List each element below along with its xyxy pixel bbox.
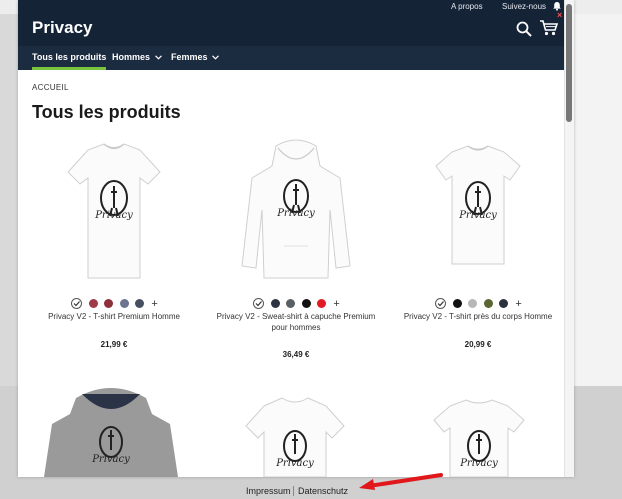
datenschutz-link[interactable]: Datenschutz [298, 486, 348, 496]
product-price: 36,49 € [282, 350, 310, 359]
svg-text:Privacy: Privacy [459, 458, 498, 469]
product-image[interactable]: Privacy [36, 380, 186, 477]
more-colors-icon[interactable]: + [333, 298, 339, 310]
scrollbar-thumb[interactable] [566, 4, 572, 122]
color-swatches: + [212, 295, 380, 310]
color-swatch-selected[interactable] [435, 298, 447, 310]
breadcrumb[interactable]: ACCUEIL [32, 83, 69, 92]
color-swatch[interactable] [104, 299, 114, 309]
color-swatch-selected[interactable] [253, 298, 265, 310]
store-brand[interactable]: Privacy [32, 18, 93, 38]
product-image[interactable]: Privacy [30, 136, 198, 286]
red-arrow-icon [359, 473, 443, 490]
svg-text:Privacy: Privacy [458, 210, 497, 221]
scrollbar[interactable] [564, 0, 574, 477]
cart-badge-icon: × [557, 10, 563, 20]
nav-all-products[interactable]: Tous les produits [32, 46, 107, 70]
color-swatch[interactable] [270, 299, 280, 309]
product-image[interactable]: Privacy [212, 136, 380, 286]
color-swatch[interactable] [88, 299, 98, 309]
svg-text:Privacy: Privacy [275, 458, 314, 469]
product-name[interactable]: Privacy V2 - T-shirt près du corps Homme [394, 311, 562, 322]
chevron-down-icon [212, 55, 219, 60]
background-page-side [574, 14, 622, 386]
chevron-down-icon [154, 55, 162, 60]
product-image[interactable]: Privacy [394, 136, 562, 286]
nav-femmes[interactable]: Femmes [171, 46, 219, 70]
color-swatch[interactable] [316, 299, 326, 309]
product-name[interactable]: Privacy V2 - T-shirt Premium Homme [30, 311, 198, 322]
category-nav: Tous les produits Hommes Femmes [18, 46, 564, 70]
svg-text:Privacy: Privacy [94, 210, 133, 221]
nav-hommes[interactable]: Hommes [112, 46, 162, 70]
color-swatch[interactable] [286, 299, 296, 309]
product-price: 20,99 € [464, 340, 492, 349]
color-swatch[interactable] [134, 299, 144, 309]
about-link[interactable]: A propos [451, 2, 483, 11]
product-image[interactable]: Privacy [404, 392, 554, 477]
more-colors-icon[interactable]: + [151, 298, 157, 310]
svg-text:Privacy: Privacy [91, 454, 130, 465]
more-colors-icon[interactable]: + [515, 298, 521, 310]
color-swatches: + [394, 295, 562, 310]
nav-label: Femmes [171, 52, 208, 62]
footer-divider [293, 486, 294, 496]
color-swatch[interactable] [483, 299, 493, 309]
impressum-link[interactable]: Impressum [246, 486, 291, 496]
product-name[interactable]: Privacy V2 - Sweat-shirt à capuche Premi… [212, 311, 380, 333]
follow-link[interactable]: Suivez-nous [502, 2, 546, 11]
search-icon[interactable] [516, 21, 532, 37]
color-swatch[interactable] [468, 299, 478, 309]
color-swatch-selected[interactable] [71, 298, 83, 310]
product-image[interactable]: Privacy [220, 392, 370, 477]
color-swatches: + [30, 295, 198, 310]
color-swatch[interactable] [452, 299, 462, 309]
nav-label: Tous les produits [32, 52, 107, 62]
cart-icon[interactable] [539, 19, 559, 37]
color-swatch[interactable] [301, 299, 311, 309]
page-title: Tous les produits [32, 102, 181, 122]
product-price: 21,99 € [100, 340, 128, 349]
nav-label: Hommes [112, 52, 151, 62]
svg-text:Privacy: Privacy [276, 208, 315, 219]
store-header: A propos Suivez-nous Privacy × [18, 0, 564, 46]
store-preview-window: A propos Suivez-nous Privacy × Tous les … [18, 0, 574, 477]
color-swatch[interactable] [498, 299, 508, 309]
color-swatch[interactable] [119, 299, 129, 309]
